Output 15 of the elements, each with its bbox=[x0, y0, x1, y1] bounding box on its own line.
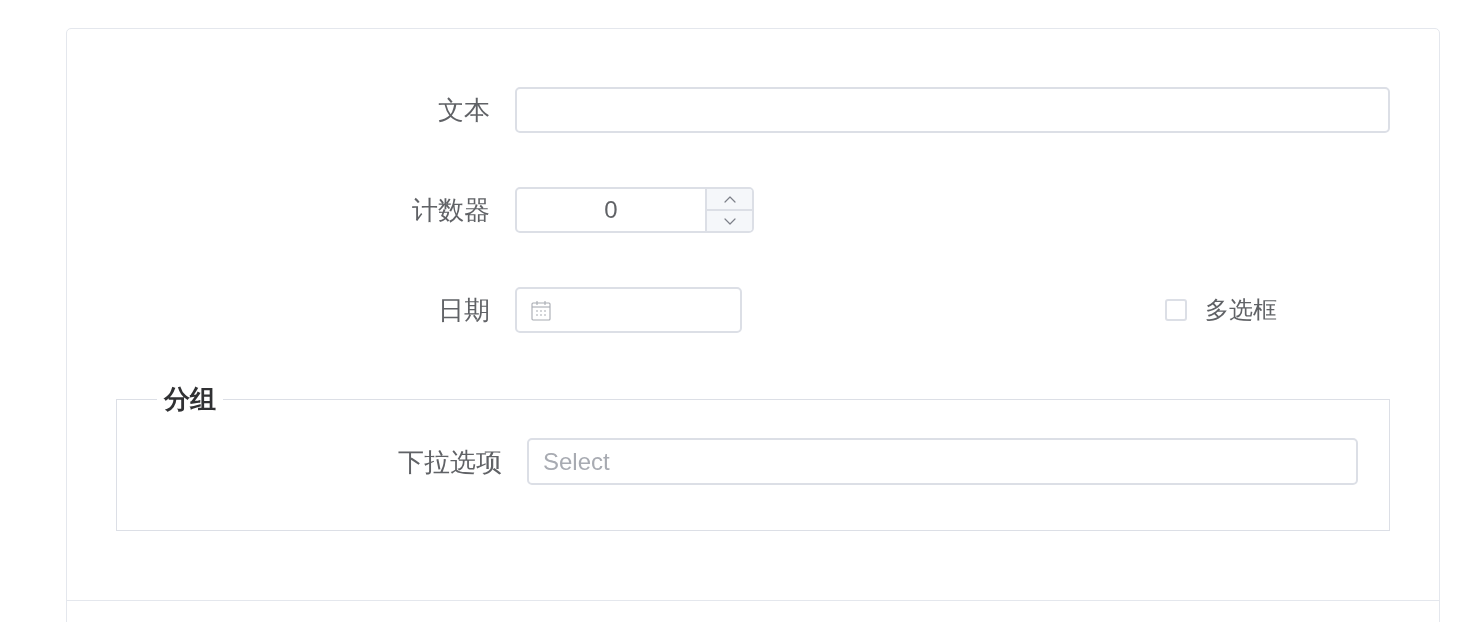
checkbox[interactable] bbox=[1165, 299, 1187, 321]
chevron-up-icon bbox=[722, 194, 737, 204]
field-label: 日期 bbox=[438, 295, 490, 325]
increment-button[interactable] bbox=[707, 189, 752, 211]
calendar-icon bbox=[531, 299, 551, 321]
date-input[interactable] bbox=[515, 287, 742, 333]
chevron-down-icon bbox=[722, 216, 737, 226]
checkbox-label: 多选框 bbox=[1205, 295, 1277, 325]
number-input[interactable]: 0 bbox=[515, 187, 754, 233]
field-label: 下拉选项 bbox=[398, 446, 502, 477]
decrement-button[interactable] bbox=[707, 211, 752, 231]
group-legend: 分组 bbox=[157, 384, 223, 414]
text-input[interactable] bbox=[515, 87, 1390, 133]
field-label: 文本 bbox=[438, 95, 490, 125]
field-label: 计数器 bbox=[412, 195, 490, 225]
